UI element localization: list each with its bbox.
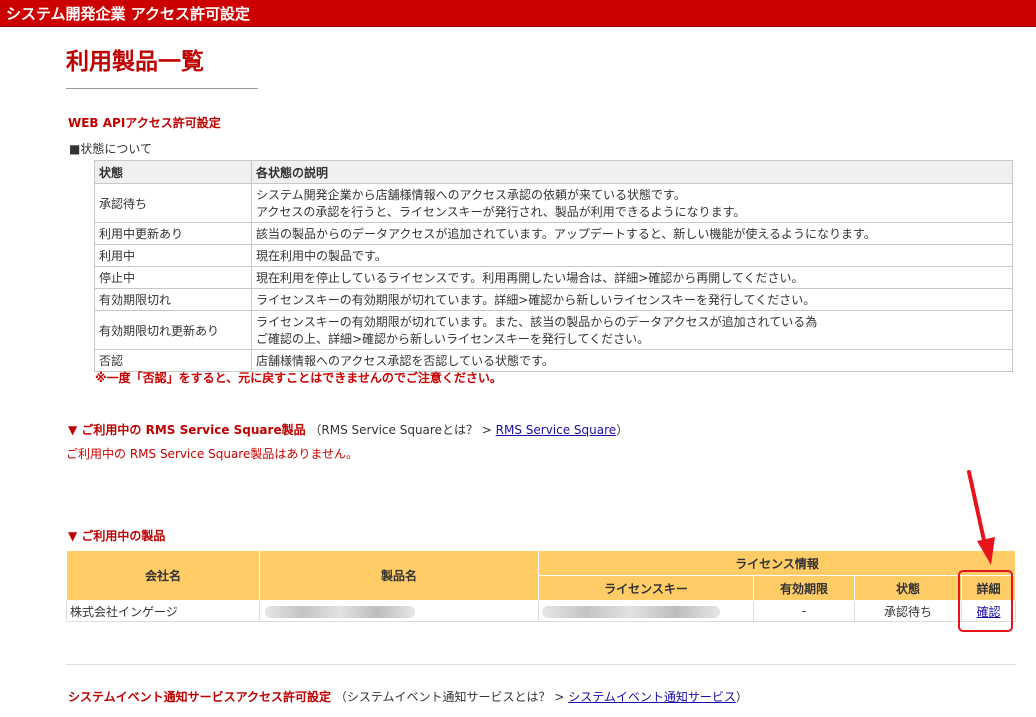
table-row: 停止中 現在利用を停止しているライセンスです。利用再開したい場合は、詳細>確認か… [94, 266, 1013, 289]
event-note-suffix: ） [735, 690, 748, 704]
table-row: 承認待ち システム開発企業から店舗様情報へのアクセス承認の依頼が来ている状態です… [94, 183, 1013, 223]
rms-empty-message: ご利用中の RMS Service Square製品はありません。 [66, 447, 358, 461]
status-description: ライセンスキーの有効期限が切れています。詳細>確認から新しいライセンスキーを発行… [251, 288, 1013, 311]
status-name: 利用中更新あり [94, 222, 252, 245]
event-service-link[interactable]: システムイベント通知サービス [568, 690, 736, 704]
page-title: 利用製品一覧 [66, 49, 204, 75]
table-row: 有効期限切れ更新あり ライセンスキーの有効期限が切れています。また、該当の製品か… [94, 310, 1013, 350]
status-column-header: 状態 [854, 575, 962, 601]
status-description: 現在利用中の製品です。 [251, 244, 1013, 267]
event-note-prefix: （システムイベント通知サービスとは？ > [334, 690, 569, 704]
table-row: 利用中 現在利用中の製品です。 [94, 244, 1013, 267]
products-table: 会社名 製品名 ライセンス情報 ライセンスキー 有効期限 状態 詳細 株式会社イ… [66, 550, 1016, 622]
status-description-line: システム開発企業から店舗様情報へのアクセス承認の依頼が来ている状態です。 [256, 188, 686, 202]
status-name: 利用中 [94, 244, 252, 267]
company-column-header: 会社名 [66, 550, 260, 601]
title-divider [66, 88, 258, 89]
status-description-line: ご確認の上、詳細>確認から新しいライセンスキーを発行してください。 [256, 332, 650, 346]
rms-section-heading: ▼ ご利用中の RMS Service Square製品 （RMS Servic… [68, 421, 628, 438]
products-header-row: 会社名 製品名 ライセンス情報 [66, 550, 1016, 601]
status-name: 停止中 [94, 266, 252, 289]
status-description: システム開発企業から店舗様情報へのアクセス承認の依頼が来ている状態です。 アクセ… [251, 183, 1013, 223]
status-description-line: ライセンスキーの有効期限が切れています。また、該当の製品からのデータアクセスが追… [256, 315, 818, 329]
expiry-value: - [753, 600, 855, 622]
table-row: 利用中更新あり 該当の製品からのデータアクセスが追加されています。アップデートす… [94, 222, 1013, 245]
confirm-link[interactable]: 確認 [976, 605, 1000, 619]
redacted-license-key [542, 605, 720, 618]
annotation-arrow-shaft [967, 470, 987, 547]
section-divider [66, 664, 1016, 665]
rms-section-title: ▼ ご利用中の RMS Service Square製品 [68, 423, 306, 437]
detail-cell: 確認 [961, 600, 1016, 622]
product-column-header: 製品名 [259, 550, 539, 601]
status-name: 有効期限切れ更新あり [94, 310, 252, 350]
status-legend-table: 状態 各状態の説明 承認待ち システム開発企業から店舗様情報へのアクセス承認の依… [94, 160, 1013, 372]
product-name-redacted [259, 600, 539, 622]
status-name: 有効期限切れ [94, 288, 252, 311]
status-badge: 承認待ち [854, 600, 962, 622]
license-info-header: ライセンス情報 [538, 550, 1016, 576]
table-row: 株式会社インゲージ - 承認待ち 確認 [66, 600, 1016, 622]
status-description: ライセンスキーの有効期限が切れています。また、該当の製品からのデータアクセスが追… [251, 310, 1013, 350]
detail-column-header: 詳細 [961, 575, 1016, 601]
status-table-header-row: 状態 各状態の説明 [94, 160, 1013, 184]
api-section-title: WEB APIアクセス許可設定 [68, 116, 221, 130]
expiry-column-header: 有効期限 [753, 575, 855, 601]
status-description: 現在利用を停止しているライセンスです。利用再開したい場合は、詳細>確認から再開し… [251, 266, 1013, 289]
status-description: 該当の製品からのデータアクセスが追加されています。アップデートすると、新しい機能… [251, 222, 1013, 245]
status-column-header: 状態 [94, 160, 252, 184]
description-column-header: 各状態の説明 [251, 160, 1013, 184]
status-name: 承認待ち [94, 183, 252, 223]
license-key-redacted [538, 600, 754, 622]
event-section-heading: システムイベント通知サービスアクセス許可設定 （システムイベント通知サービスとは… [68, 688, 748, 705]
redacted-product-name [265, 605, 415, 618]
company-name: 株式会社インゲージ [66, 600, 260, 622]
products-section-title: ▼ ご利用中の製品 [68, 529, 166, 543]
rms-note-suffix: ） [616, 423, 629, 437]
rms-service-square-link[interactable]: RMS Service Square [496, 423, 617, 437]
app-header: システム開発企業 アクセス許可設定 [0, 0, 1036, 27]
event-section-title: システムイベント通知サービスアクセス許可設定 [68, 690, 332, 704]
app-title: システム開発企業 アクセス許可設定 [6, 5, 251, 23]
status-description-line: アクセスの承認を行うと、ライセンスキーが発行され、製品が利用できるようになります… [256, 205, 746, 219]
rms-note-prefix: （RMS Service Squareとは？ > [309, 423, 496, 437]
table-row: 有効期限切れ ライセンスキーの有効期限が切れています。詳細>確認から新しいライセ… [94, 288, 1013, 311]
license-key-column-header: ライセンスキー [538, 575, 754, 601]
reject-warning: ※一度「否認」をすると、元に戻すことはできませんのでご注意ください。 [95, 371, 502, 385]
status-legend-label: ■状態について [69, 142, 152, 156]
